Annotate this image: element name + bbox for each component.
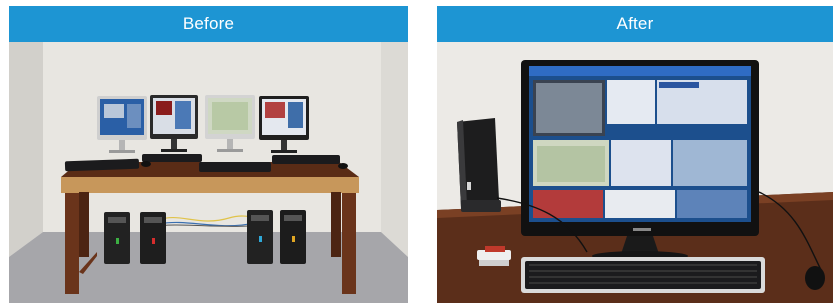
before-pc-tower: [280, 210, 306, 264]
before-desk-leg-back-right: [331, 192, 341, 257]
before-mouse: [141, 161, 151, 167]
before-desk-leg-back-left: [79, 192, 89, 257]
before-keyboard: [272, 155, 340, 164]
before-desk-leg-left: [65, 193, 79, 294]
after-panel: After: [437, 6, 833, 303]
after-photo: [437, 42, 833, 303]
before-panel: Before: [9, 6, 408, 303]
before-pc-tower: [104, 212, 130, 264]
before-pc-tower: [247, 210, 273, 264]
before-photo-illustration: [9, 42, 408, 303]
before-right-wall: [381, 42, 408, 257]
before-photo: [9, 42, 408, 303]
before-keyboard: [199, 162, 271, 172]
before-pc-tower: [140, 212, 166, 264]
before-left-wall: [9, 42, 43, 257]
before-keyboard: [142, 154, 202, 162]
after-keyboard: [521, 257, 765, 293]
after-monitor: [521, 60, 759, 261]
before-desk-edge: [61, 177, 359, 193]
before-banner: Before: [9, 6, 408, 42]
after-photo-illustration: [437, 42, 833, 303]
before-desk-leg-right: [342, 193, 356, 294]
after-banner: After: [437, 6, 833, 42]
before-mouse: [338, 163, 348, 169]
after-mouse: [805, 266, 825, 290]
after-thin-client: [457, 118, 501, 212]
